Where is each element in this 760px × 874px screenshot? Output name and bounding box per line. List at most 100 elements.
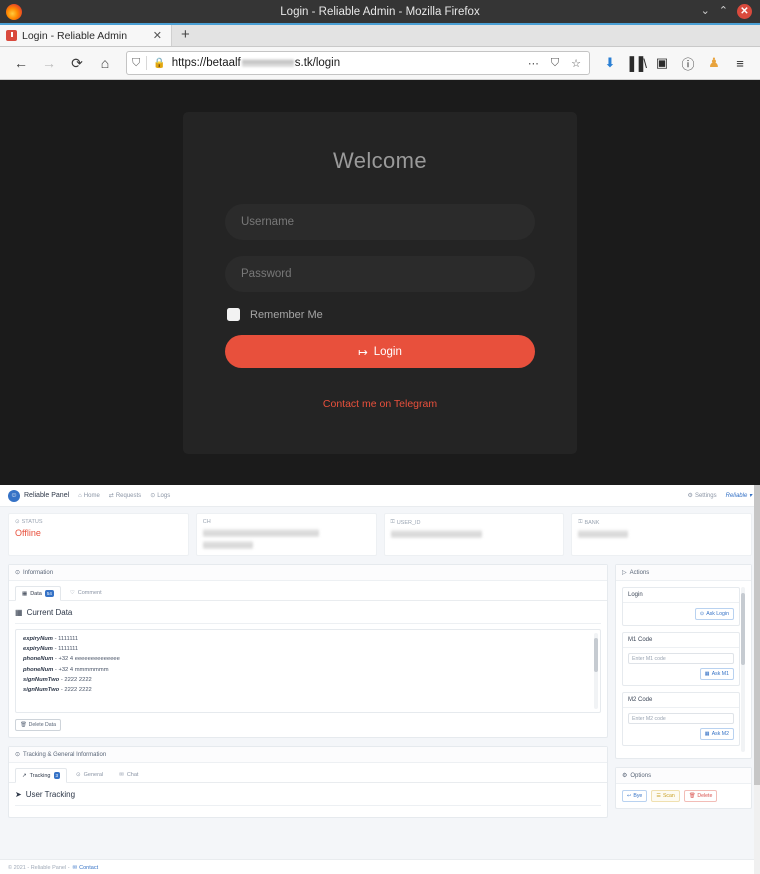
- stat-card-bank: ⚿ BANK: [571, 513, 752, 556]
- nav-item-logs[interactable]: ⊙ Logs: [150, 492, 171, 500]
- information-panel-body: ▦ Data 54 ♡ Comment ▦ Current Data expir…: [9, 581, 607, 737]
- list-item-value: +32 4 mmmmmmm: [58, 666, 109, 673]
- actions-scroll-area[interactable]: Login ⊙ Ask Login M1 Code Enter M1 code …: [622, 587, 745, 752]
- current-data-heading-label: Current Data: [26, 608, 73, 617]
- delete-button[interactable]: 🗑 Delete: [683, 790, 718, 802]
- admin-panel-page: ☺ Reliable Panel ⌂ Home ⇄ Requests ⊙ Log…: [0, 485, 760, 874]
- reader-mode-icon[interactable]: ⛉: [548, 57, 562, 70]
- admin-navbar-right: ⚙ Settings Reliable ▾: [688, 492, 752, 500]
- minimize-icon[interactable]: ⌄: [701, 6, 710, 17]
- ask-login-button[interactable]: ⊙ Ask Login: [694, 608, 734, 620]
- tab-general-label: General: [83, 772, 104, 778]
- nav-item-settings[interactable]: ⚙ Settings: [688, 492, 717, 500]
- forward-icon[interactable]: →: [36, 50, 62, 76]
- sidebar-icon[interactable]: ▣: [650, 51, 674, 75]
- remember-me-label: Remember Me: [250, 308, 323, 321]
- stat-card-status-label-row: ⊙ STATUS: [15, 519, 182, 525]
- nav-item-logs-label: Logs: [157, 492, 171, 499]
- stat-card-bank-label: BANK: [584, 519, 600, 526]
- bye-button[interactable]: ↩ Bye: [622, 790, 648, 802]
- username-input[interactable]: Username: [225, 204, 535, 240]
- nav-item-requests[interactable]: ⇄ Requests: [109, 492, 142, 500]
- tab-chat[interactable]: ✉ Chat: [112, 768, 145, 782]
- comment-icon: ♡: [69, 590, 75, 596]
- nav-item-home[interactable]: ⌂ Home: [78, 493, 100, 499]
- info-icon: ⊙: [15, 570, 21, 576]
- general-icon: ⊙: [76, 772, 81, 778]
- tab-tracking-label: Tracking: [29, 772, 51, 779]
- stat-card-ch-label: CH: [202, 519, 211, 525]
- app-menu-icon[interactable]: ≡: [728, 51, 752, 75]
- brand-label: Reliable Panel: [24, 492, 70, 499]
- tab-data[interactable]: ▦ Data 54: [15, 586, 61, 601]
- m2-code-input[interactable]: Enter M2 code: [628, 713, 734, 724]
- close-icon[interactable]: ✕: [737, 4, 752, 19]
- play-icon: ▷: [622, 570, 627, 576]
- tab-data-label: Data: [30, 590, 42, 597]
- current-data-list[interactable]: expiryNum - 1111111 expiryNum - 1111111: [15, 629, 601, 713]
- ask-login-button-label: Ask Login: [706, 611, 729, 617]
- url-bar[interactable]: ⛉ 🔒 https://betaalf s.tk/login ⋯ ⛉ ☆: [126, 51, 590, 75]
- stat-card-ch-redacted-value: [202, 529, 320, 537]
- firefox-logo-icon: [6, 3, 22, 20]
- admin-footer: © 2021 - Reliable Panel - ✉ Contact: [0, 859, 760, 874]
- page-scrollbar-thumb[interactable]: [754, 485, 760, 785]
- maximize-icon[interactable]: ⌃: [719, 6, 728, 17]
- list-item: expiryNum - 1111111: [23, 644, 593, 654]
- tracking-shield-icon[interactable]: ⛉: [132, 57, 140, 70]
- login-button-label: Login: [373, 345, 402, 358]
- tab-data-badge: 54: [44, 590, 54, 597]
- scan-button[interactable]: ☰ Scan: [651, 790, 680, 802]
- new-tab-button[interactable]: +: [172, 23, 199, 46]
- divider: [15, 623, 601, 624]
- m1-code-input[interactable]: Enter M1 code: [628, 653, 734, 664]
- reload-icon[interactable]: ⟳: [64, 50, 90, 76]
- os-titlebar: Login - Reliable Admin - Mozilla Firefox…: [0, 0, 760, 23]
- remember-me-row[interactable]: Remember Me: [225, 308, 535, 321]
- tab-close-icon[interactable]: ✕: [150, 29, 165, 42]
- ask-m2-button[interactable]: ▦ Ask M2: [699, 728, 734, 740]
- footer-contact-link[interactable]: ✉ Contact: [73, 865, 99, 871]
- tracking-panel: ⊙ Tracking & General Information ↗ Track…: [8, 746, 608, 818]
- tab-general[interactable]: ⊙ General: [69, 768, 110, 782]
- user-menu[interactable]: Reliable ▾: [726, 492, 752, 499]
- delete-data-button[interactable]: 🗑 Delete Data: [15, 719, 61, 731]
- lock-icon[interactable]: 🔒: [153, 58, 165, 69]
- library-icon[interactable]: ▐▐\: [624, 51, 648, 75]
- action-card-m2-body: Enter M2 code ▦ Ask M2: [623, 708, 739, 745]
- list-item-value: +32 4 eeeeeeeeeeeeee: [58, 656, 120, 663]
- page-actions-icon[interactable]: ⋯: [525, 57, 542, 70]
- data-list-scrollbar-thumb[interactable]: [594, 638, 598, 672]
- nav-item-requests-label: Requests: [115, 492, 142, 499]
- remember-me-checkbox[interactable]: [227, 308, 240, 321]
- scan-button-label: Scan: [662, 793, 675, 799]
- bye-icon: ↩: [627, 793, 632, 799]
- stat-card-bank-label-row: ⚿ BANK: [578, 519, 745, 526]
- bank-icon: ⚿: [578, 519, 583, 525]
- url-prefix: https://betaalf: [171, 57, 241, 69]
- tab-tracking[interactable]: ↗ Tracking 3: [15, 768, 68, 783]
- password-input[interactable]: Password: [225, 256, 535, 292]
- login-button[interactable]: ↦ Login: [225, 335, 535, 368]
- options-button-group: ↩ Bye ☰ Scan 🗑 Delete: [622, 790, 745, 802]
- home-icon: ⌂: [78, 492, 82, 499]
- window-title: Login - Reliable Admin - Mozilla Firefox: [280, 5, 480, 18]
- action-card-m2-title: M2 Code: [623, 693, 739, 708]
- account-icon[interactable]: ⓘ: [676, 51, 700, 75]
- brand[interactable]: ☺ Reliable Panel: [8, 489, 70, 502]
- telegram-contact-link[interactable]: Contact me on Telegram: [225, 398, 535, 410]
- home-icon[interactable]: ⌂: [92, 50, 118, 76]
- actions-scrollbar-thumb[interactable]: [741, 593, 745, 665]
- bookmark-star-icon[interactable]: ☆: [568, 57, 584, 70]
- browser-toolbar: ← → ⟳ ⌂ ⛉ 🔒 https://betaalf s.tk/login ⋯…: [0, 47, 760, 80]
- downloads-icon[interactable]: ⬇: [598, 51, 622, 75]
- current-data-heading: ▦ Current Data: [15, 608, 601, 617]
- ask-m2-button-label: Ask M2: [711, 731, 729, 737]
- extension-icon[interactable]: ♟: [702, 51, 726, 75]
- tab-comment[interactable]: ♡ Comment: [63, 586, 109, 600]
- back-icon[interactable]: ←: [8, 50, 34, 76]
- ask-m1-button[interactable]: ▦ Ask M1: [699, 668, 734, 680]
- browser-tab[interactable]: Login - Reliable Admin ✕: [0, 23, 172, 46]
- admin-side-column: ▷ Actions Login ⊙ Ask Login M1 Code Ente…: [615, 564, 752, 817]
- url-redacted-segment: [241, 59, 294, 67]
